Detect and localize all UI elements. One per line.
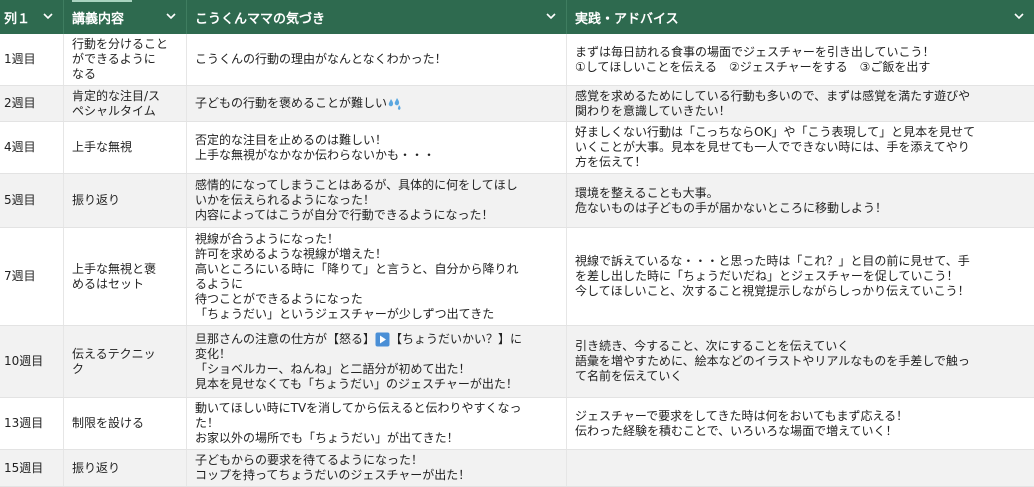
table-row[interactable]: 10週目 伝えるテクニッ ク 旦那さんの注意の仕方が【怒る】 【ちょうだいかい？】… xyxy=(0,326,1034,398)
notice-cell[interactable]: 子どもからの要求を待てるようになった！ コップを持ってちょうだいのジェスチャーが… xyxy=(187,450,567,486)
advice-cell[interactable]: 好ましくない行動は「こっちならOK」や「こう表現して」と見本を見せて いくことが… xyxy=(567,122,1034,173)
week-cell[interactable]: 15週目 xyxy=(0,450,64,486)
column-header-label: 講義内容 xyxy=(72,11,125,27)
week-cell[interactable]: 5週目 xyxy=(0,174,64,227)
column-header-label: 列１ xyxy=(4,11,31,27)
chevron-down-icon[interactable] xyxy=(546,11,556,21)
notice-cell[interactable]: 視線が合うようになった！ 許可を求めるような視線が増えた！ 高いところにいる時に… xyxy=(187,228,567,325)
chevron-down-icon[interactable] xyxy=(43,11,53,21)
play-arrow-icon xyxy=(375,332,390,346)
topic-cell[interactable]: 上手な無視と褒 めるはセット xyxy=(64,228,187,325)
notice-content: 旦那さんの注意の仕方が【怒る】 【ちょうだいかい？】に 変化！ 「ショベルカー、ね… xyxy=(195,332,522,392)
week-cell[interactable]: 2週目 xyxy=(0,86,64,121)
topic-cell[interactable]: 上手な無視 xyxy=(64,122,187,173)
advice-cell[interactable]: 感覚を求めるためにしている行動も多いので、まずは感覚を満たす遊びや 関わりを意識… xyxy=(567,86,1034,121)
column-header-notice[interactable]: こうくんママの気づき xyxy=(187,0,567,34)
week-cell[interactable]: 7週目 xyxy=(0,228,64,325)
column-header-label: こうくんママの気づき xyxy=(195,11,326,27)
notice-cell[interactable]: こうくんの行動の理由がなんとなくわかった！ xyxy=(187,34,567,85)
table-row[interactable]: 5週目 振り返り 感情的になってしまうことはあるが、具体的に何をしてほし いかを… xyxy=(0,174,1034,228)
advice-cell[interactable]: まずは毎日訪れる食事の場面でジェスチャーを引き出していこう！ ①してほしいことを… xyxy=(567,34,1034,85)
advice-cell[interactable]: 引き続き、今すること、次にすることを伝えていく 語彙を増やすために、絵本などのイ… xyxy=(567,326,1034,397)
notice-cell[interactable]: 否定的な注目を止めるのは難しい！ 上手な無視がなかなか伝わらないかも・・・ xyxy=(187,122,567,173)
data-table: 列１ 講義内容 こうくんママの気づき 実践・アドバイス 1週目 行動を分けること… xyxy=(0,0,1034,487)
advice-cell[interactable]: ジェスチャーで要求をしてきた時は何をおいてもまず応える！ 伝わった経験を積むこと… xyxy=(567,398,1034,449)
table-row[interactable]: 13週目 制限を設ける 動いてほしい時にTVを消してから伝えると伝わりやすくなっ… xyxy=(0,398,1034,450)
column-header-topic[interactable]: 講義内容 xyxy=(64,0,187,34)
notice-text: 子どもの行動を褒めることが難しい xyxy=(195,96,388,110)
sweat-droplets-icon xyxy=(388,97,401,110)
table-row[interactable]: 4週目 上手な無視 否定的な注目を止めるのは難しい！ 上手な無視がなかなか伝わら… xyxy=(0,122,1034,174)
table-row[interactable]: 2週目 肯定的な注目/ス ペシャルタイム 子どもの行動を褒めることが難しい 感覚… xyxy=(0,86,1034,122)
notice-cell[interactable]: 旦那さんの注意の仕方が【怒る】 【ちょうだいかい？】に 変化！ 「ショベルカー、ね… xyxy=(187,326,567,397)
topic-cell[interactable]: 肯定的な注目/ス ペシャルタイム xyxy=(64,86,187,121)
table-row[interactable]: 15週目 振り返り 子どもからの要求を待てるようになった！ コップを持ってちょう… xyxy=(0,450,1034,487)
column-header-col1[interactable]: 列１ xyxy=(0,0,64,34)
notice-cell[interactable]: 子どもの行動を褒めることが難しい xyxy=(187,86,567,121)
table-row[interactable]: 1週目 行動を分けること ができるように なる こうくんの行動の理由がなんとなく… xyxy=(0,34,1034,86)
week-cell[interactable]: 10週目 xyxy=(0,326,64,397)
advice-cell[interactable] xyxy=(567,450,1034,486)
week-cell[interactable]: 13週目 xyxy=(0,398,64,449)
advice-cell[interactable]: 視線で訴えているな・・・と思った時は「これ？」と目の前に見せて、手 を差し出した… xyxy=(567,228,1034,325)
topic-cell[interactable]: 伝えるテクニッ ク xyxy=(64,326,187,397)
table-row[interactable]: 7週目 上手な無視と褒 めるはセット 視線が合うようになった！ 許可を求めるよう… xyxy=(0,228,1034,326)
topic-cell[interactable]: 振り返り xyxy=(64,174,187,227)
notice-cell[interactable]: 感情的になってしまうことはあるが、具体的に何をしてほし いかを伝えられるようにな… xyxy=(187,174,567,227)
notice-cell[interactable]: 動いてほしい時にTVを消してから伝えると伝わりやすくなっ た！ お家以外の場所で… xyxy=(187,398,567,449)
chevron-down-icon[interactable] xyxy=(1014,11,1024,21)
table-header: 列１ 講義内容 こうくんママの気づき 実践・アドバイス xyxy=(0,0,1034,34)
week-cell[interactable]: 1週目 xyxy=(0,34,64,85)
chevron-down-icon[interactable] xyxy=(166,11,176,21)
advice-cell[interactable]: 環境を整えることも大事。 危ないものは子どもの手が届かないところに移動しよう！ xyxy=(567,174,1034,227)
topic-cell[interactable]: 行動を分けること ができるように なる xyxy=(64,34,187,85)
topic-cell[interactable]: 振り返り xyxy=(64,450,187,486)
column-header-label: 実践・アドバイス xyxy=(575,11,679,27)
topic-cell[interactable]: 制限を設ける xyxy=(64,398,187,449)
notice-text: 旦那さんの注意の仕方が【怒る】 xyxy=(195,331,376,346)
week-cell[interactable]: 4週目 xyxy=(0,122,64,173)
column-header-advice[interactable]: 実践・アドバイス xyxy=(567,0,1034,34)
